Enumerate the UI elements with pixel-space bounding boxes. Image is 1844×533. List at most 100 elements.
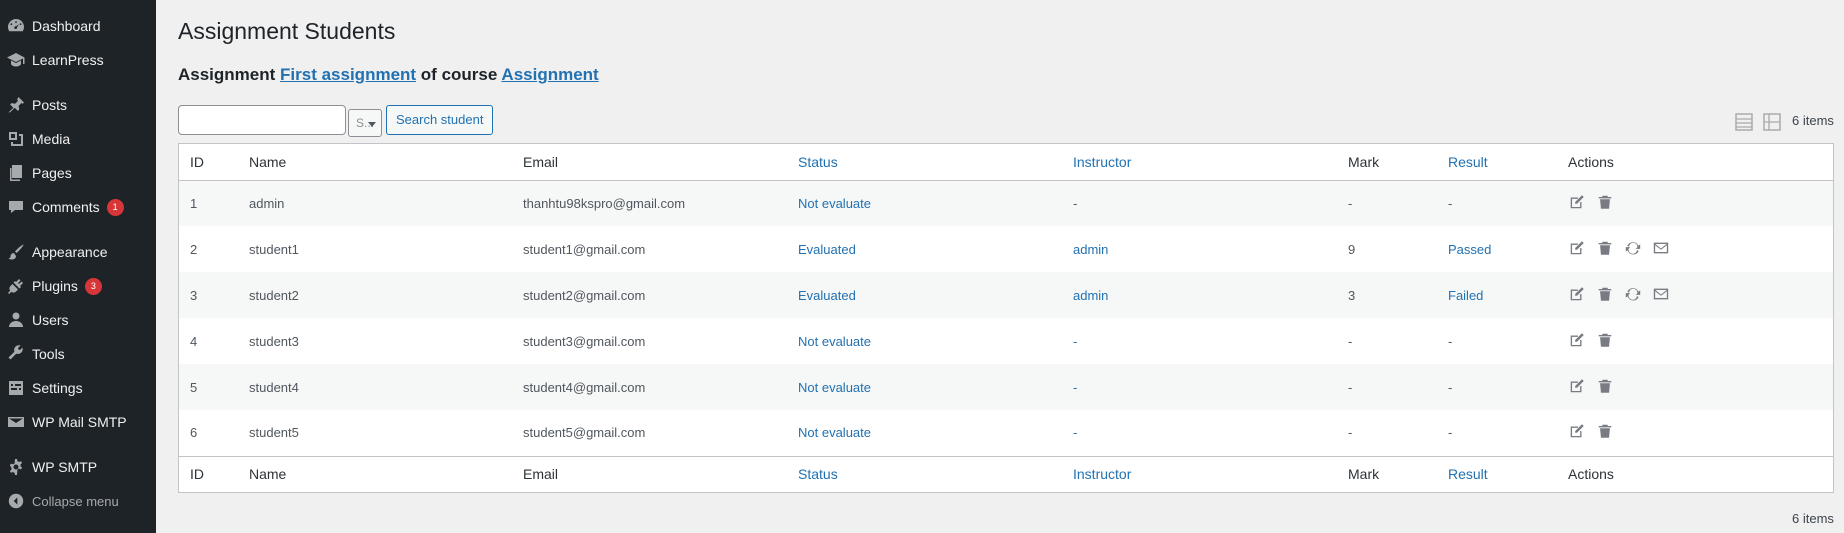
sidebar-item-label: Posts (32, 97, 68, 113)
course-link[interactable]: Assignment (501, 65, 598, 84)
trash-icon[interactable] (1596, 331, 1614, 352)
cell-actions (1557, 318, 1833, 364)
trash-icon[interactable] (1596, 422, 1614, 443)
column-header-instructor[interactable]: Instructor (1062, 144, 1337, 181)
sidebar-item-plugins[interactable]: Plugins 3 (0, 269, 156, 303)
edit-icon[interactable] (1568, 193, 1586, 214)
column-footer-actions: Actions (1557, 455, 1833, 492)
edit-icon[interactable] (1568, 285, 1586, 306)
sidebar-item-label: Comments (32, 199, 100, 215)
list-view-icon[interactable] (1734, 112, 1754, 135)
column-footer-status[interactable]: Status (787, 455, 1062, 492)
cell-id: 2 (190, 241, 198, 257)
cell-email: student1@gmail.com (523, 241, 646, 257)
admin-sidebar: Dashboard LearnPress Posts Media Pages C… (0, 0, 156, 533)
cell-status[interactable]: Not evaluate (787, 180, 1062, 226)
column-header-result[interactable]: Result (1437, 144, 1557, 181)
cell-actions (1557, 272, 1833, 318)
edit-icon[interactable] (1568, 239, 1586, 260)
sidebar-item-appearance[interactable]: Appearance (0, 235, 156, 269)
sidebar-item-label: WP SMTP (32, 459, 98, 475)
sidebar-item-posts[interactable]: Posts (0, 88, 156, 122)
column-header-id: ID (179, 144, 238, 181)
column-footer-instructor[interactable]: Instructor (1062, 455, 1337, 492)
items-count-bottom: 6 items (1792, 511, 1834, 526)
cell-instructor[interactable]: admin (1062, 272, 1337, 318)
cell-result: Passed (1448, 241, 1492, 257)
plugins-update-badge: 3 (84, 277, 102, 295)
reset-icon[interactable] (1624, 239, 1642, 260)
trash-icon[interactable] (1596, 285, 1614, 306)
subtitle-prefix: Assignment (178, 65, 281, 84)
edit-icon[interactable] (1568, 331, 1586, 352)
cell-instructor[interactable]: - (1062, 410, 1337, 456)
cell-result: - (1448, 379, 1453, 395)
column-footer-mark: Mark (1337, 455, 1437, 492)
cell-mark: - (1348, 425, 1353, 441)
trash-icon[interactable] (1596, 193, 1614, 214)
cell-mark: - (1348, 379, 1353, 395)
column-header-status[interactable]: Status (787, 144, 1062, 181)
excerpt-view-icon[interactable] (1762, 112, 1782, 135)
sidebar-item-tools[interactable]: Tools (0, 337, 156, 371)
cell-mark: - (1348, 195, 1353, 211)
cell-email: student3@gmail.com (523, 333, 646, 349)
cell-id: 5 (190, 379, 198, 395)
media-icon (0, 129, 32, 149)
sidebar-item-label: Users (32, 312, 69, 328)
cell-status[interactable]: Not evaluate (787, 410, 1062, 456)
trash-icon[interactable] (1596, 377, 1614, 398)
search-student-button[interactable]: Search student (386, 105, 494, 135)
view-mode-switcher (1734, 112, 1782, 135)
trash-icon[interactable] (1596, 239, 1614, 260)
sidebar-item-users[interactable]: Users (0, 303, 156, 337)
collapse-menu-button[interactable]: Collapse menu (0, 484, 156, 518)
cell-email: student4@gmail.com (523, 379, 646, 395)
cell-status[interactable]: Not evaluate (787, 364, 1062, 410)
sidebar-item-settings[interactable]: Settings (0, 371, 156, 405)
sidebar-item-learnpress[interactable]: LearnPress (0, 43, 156, 77)
email-icon[interactable] (1652, 285, 1670, 306)
sidebar-item-comments[interactable]: Comments 1 (0, 190, 156, 224)
collapse-arrow-icon (0, 492, 32, 510)
cell-instructor[interactable]: - (1062, 364, 1337, 410)
cell-instructor[interactable]: - (1062, 180, 1337, 226)
column-header-actions: Actions (1557, 144, 1833, 181)
student-filter-select[interactable]: S... (348, 109, 382, 137)
subtitle-middle: of course (416, 65, 502, 84)
cell-result: - (1448, 425, 1453, 441)
edit-icon[interactable] (1568, 377, 1586, 398)
cell-instructor[interactable]: admin (1062, 226, 1337, 272)
sidebar-item-media[interactable]: Media (0, 122, 156, 156)
search-input[interactable] (178, 105, 346, 135)
cell-actions (1557, 226, 1833, 272)
assignment-link[interactable]: First assignment (280, 65, 416, 84)
sidebar-item-dashboard[interactable]: Dashboard (0, 9, 156, 43)
cell-status[interactable]: Not evaluate (787, 318, 1062, 364)
reset-icon[interactable] (1624, 285, 1642, 306)
sidebar-item-pages[interactable]: Pages (0, 156, 156, 190)
chevron-down-icon (368, 122, 376, 127)
table-row: 2 student1 student1@gmail.com Evaluated … (179, 226, 1833, 272)
cell-instructor[interactable]: - (1062, 318, 1337, 364)
table-row: 4 student3 student3@gmail.com Not evalua… (179, 318, 1833, 364)
table-row: 5 student4 student4@gmail.com Not evalua… (179, 364, 1833, 410)
edit-icon[interactable] (1568, 422, 1586, 443)
sidebar-item-label: Appearance (32, 244, 108, 260)
cell-status[interactable]: Evaluated (787, 272, 1062, 318)
sidebar-item-wp-smtp[interactable]: WP SMTP (0, 450, 156, 484)
cell-mark: 9 (1348, 241, 1356, 257)
cell-status[interactable]: Evaluated (787, 226, 1062, 272)
column-footer-result[interactable]: Result (1437, 455, 1557, 492)
email-icon[interactable] (1652, 239, 1670, 260)
cell-actions (1557, 364, 1833, 410)
cell-name: student1 (249, 241, 299, 257)
sidebar-item-wp-mail-smtp[interactable]: WP Mail SMTP (0, 405, 156, 439)
sidebar-item-label: LearnPress (32, 52, 104, 68)
cell-result: - (1448, 195, 1453, 211)
sidebar-item-label: Media (32, 131, 71, 147)
cell-name: student3 (249, 333, 299, 349)
sidebar-item-label: Tools (32, 346, 65, 362)
cell-mark: 3 (1348, 287, 1356, 303)
sidebar-item-label: WP Mail SMTP (32, 414, 127, 430)
